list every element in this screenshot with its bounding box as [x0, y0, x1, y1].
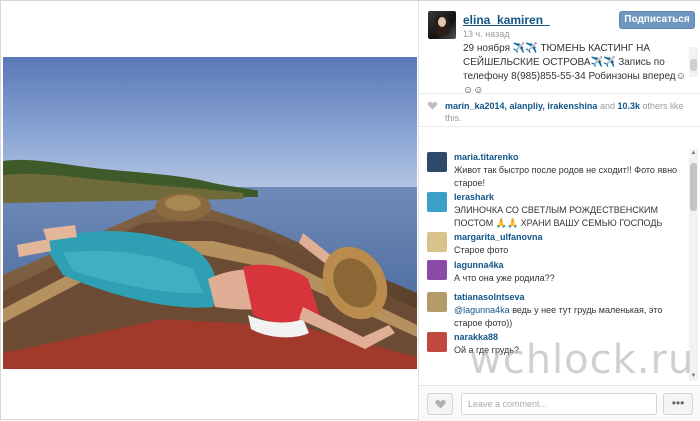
likes-and: and: [599, 101, 615, 111]
commenter-username[interactable]: margarita_ulfanovna: [454, 232, 543, 242]
boat-photo-image: [3, 57, 417, 369]
likes-count[interactable]: 10.3k: [617, 101, 640, 111]
likes-users[interactable]: marin_ka2014, alanpliy, irakenshina: [445, 101, 597, 111]
comment-item: tatianasolntseva @lagunna4ka ведь у нее …: [419, 289, 689, 329]
comment-item: narakka88 Ой а где грудь?: [419, 329, 689, 369]
author-username[interactable]: elina_kamiren_: [463, 13, 550, 27]
comment-mention[interactable]: @lagunna4ka: [454, 305, 510, 315]
caption-scrollbar[interactable]: [689, 47, 698, 77]
more-options-button[interactable]: •••: [663, 393, 693, 415]
comment-item: maria.titarenko Живот так быстро после р…: [419, 149, 689, 189]
comment-text: А что она уже родила??: [454, 273, 555, 283]
commenter-username[interactable]: lerashark: [454, 192, 494, 202]
post-timestamp[interactable]: 13 ч. назад: [463, 29, 509, 39]
commenter-avatar[interactable]: [427, 332, 447, 352]
commenter-avatar[interactable]: [427, 292, 447, 312]
comment-input[interactable]: [461, 393, 657, 415]
scrollbar-thumb[interactable]: [690, 163, 697, 211]
post-sidebar: elina_kamiren_ 13 ч. назад Подписаться 2…: [418, 1, 700, 421]
comment-text: ЭЛИНОЧКА СО СВЕТЛЫМ РОЖДЕСТВЕНСКИМ ПОСТО…: [454, 205, 663, 228]
comments-list: maria.titarenko Живот так быстро после р…: [419, 149, 689, 381]
author-avatar[interactable]: [428, 11, 456, 39]
likes-summary: marin_ka2014, alanpliy, irakenshina and …: [419, 93, 700, 127]
scroll-down-icon[interactable]: ▼: [690, 373, 697, 380]
post-modal: elina_kamiren_ 13 ч. назад Подписаться 2…: [0, 0, 700, 421]
commenter-avatar[interactable]: [427, 232, 447, 252]
commenter-username[interactable]: tatianasolntseva: [454, 292, 525, 302]
post-caption: 29 ноября ✈️✈️ ТЮМЕНЬ КАСТИНГ НА СЕЙШЕЛЬ…: [463, 43, 686, 96]
comment-text: Старое фото: [454, 245, 509, 255]
scroll-up-icon[interactable]: ▲: [690, 150, 697, 157]
comments-scrollbar[interactable]: ▲ ▼: [689, 149, 698, 381]
commenter-username[interactable]: maria.titarenko: [454, 152, 519, 162]
commenter-avatar[interactable]: [427, 260, 447, 280]
like-button[interactable]: [427, 393, 453, 415]
commenter-username[interactable]: lagunna4ka: [454, 260, 504, 270]
comment-item: lerashark ЭЛИНОЧКА СО СВЕТЛЫМ РОЖДЕСТВЕН…: [419, 189, 689, 229]
comment-item: lagunna4ka А что она уже родила??: [419, 257, 689, 289]
comment-footer: •••: [419, 385, 700, 421]
post-header: elina_kamiren_ 13 ч. назад Подписаться 2…: [419, 1, 700, 96]
comment-text: @lagunna4ka ведь у нее тут грудь маленьк…: [454, 304, 686, 330]
commenter-avatar[interactable]: [427, 192, 447, 212]
commenter-username[interactable]: narakka88: [454, 332, 498, 342]
post-photo[interactable]: [3, 57, 417, 369]
comment-text: Ой а где грудь?: [454, 345, 520, 355]
heart-icon: [435, 400, 446, 409]
follow-button[interactable]: Подписаться: [619, 11, 695, 29]
heart-icon: [427, 101, 438, 110]
comment-item: margarita_ulfanovna Старое фото: [419, 229, 689, 257]
commenter-avatar[interactable]: [427, 152, 447, 172]
comment-text: Живот так быстро после родов не сходит!!…: [454, 165, 678, 188]
